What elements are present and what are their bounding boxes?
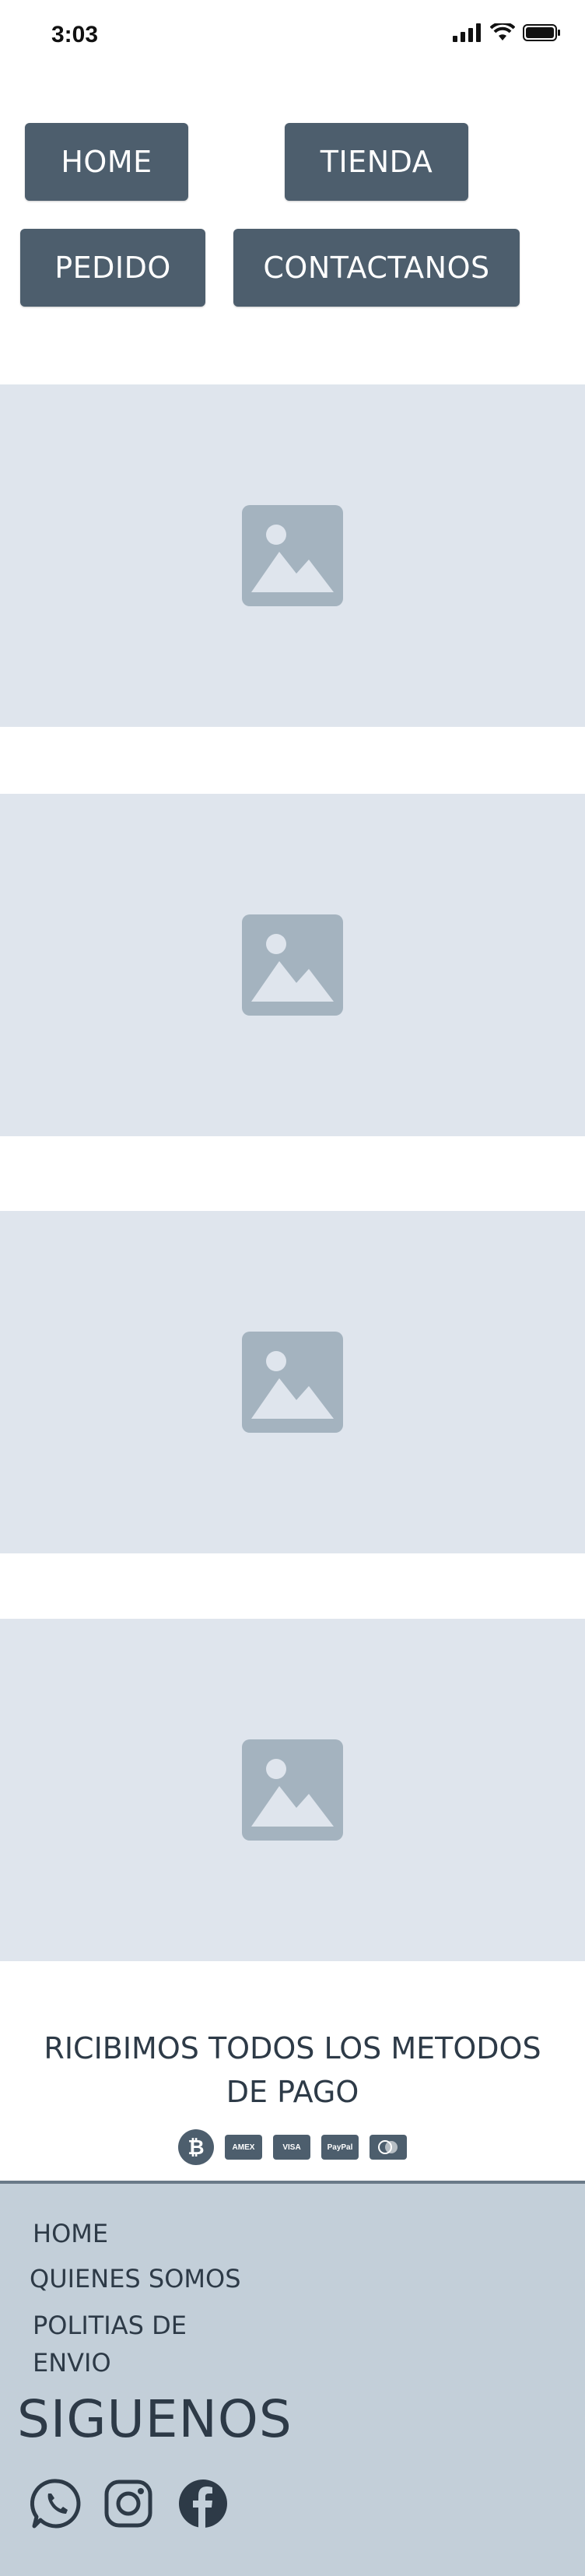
- visa-icon: VISA: [273, 2135, 310, 2160]
- status-time: 3:03: [51, 22, 99, 47]
- battery-icon: [523, 24, 560, 41]
- image-icon: [242, 1739, 343, 1841]
- image-placeholder: [0, 1211, 585, 1553]
- footer-link-quienes-somos[interactable]: QUIENES SOMOS: [30, 2260, 241, 2297]
- image-icon: [242, 914, 343, 1016]
- wifi-icon: [490, 23, 515, 40]
- footer-link-politicas-envio[interactable]: POLITIAS DE ENVIO: [33, 2307, 235, 2381]
- image-icon: [242, 1332, 343, 1433]
- mastercard-icon: [370, 2135, 407, 2160]
- image-icon: [242, 505, 343, 606]
- footer: HOME QUIENES SOMOS POLITIAS DE ENVIO SIG…: [0, 2181, 585, 2576]
- instagram-icon[interactable]: [101, 2476, 156, 2531]
- signal-icon: [453, 23, 481, 42]
- payment-icons: ₿ AMEX VISA PayPal: [0, 2129, 585, 2165]
- status-bar: 3:03: [0, 0, 585, 75]
- amex-icon: AMEX: [225, 2135, 262, 2160]
- tienda-button[interactable]: TIENDA: [285, 123, 468, 201]
- image-placeholder: [0, 384, 585, 727]
- facebook-icon[interactable]: [176, 2476, 230, 2531]
- image-placeholder: [0, 1619, 585, 1961]
- contactanos-button[interactable]: CONTACTANOS: [233, 229, 520, 307]
- pedido-button[interactable]: PEDIDO: [20, 229, 205, 307]
- home-button[interactable]: HOME: [25, 123, 188, 201]
- image-placeholder: [0, 794, 585, 1136]
- follow-us-title: SIGUENOS: [17, 2389, 292, 2449]
- whatsapp-icon[interactable]: [30, 2476, 84, 2531]
- paypal-icon: PayPal: [321, 2135, 359, 2160]
- bitcoin-icon: ₿: [178, 2129, 214, 2165]
- payment-methods-title: RICIBIMOS TODOS LOS METODOS DE PAGO: [44, 2031, 541, 2109]
- footer-link-home[interactable]: HOME: [33, 2215, 108, 2252]
- status-icons: [453, 23, 562, 42]
